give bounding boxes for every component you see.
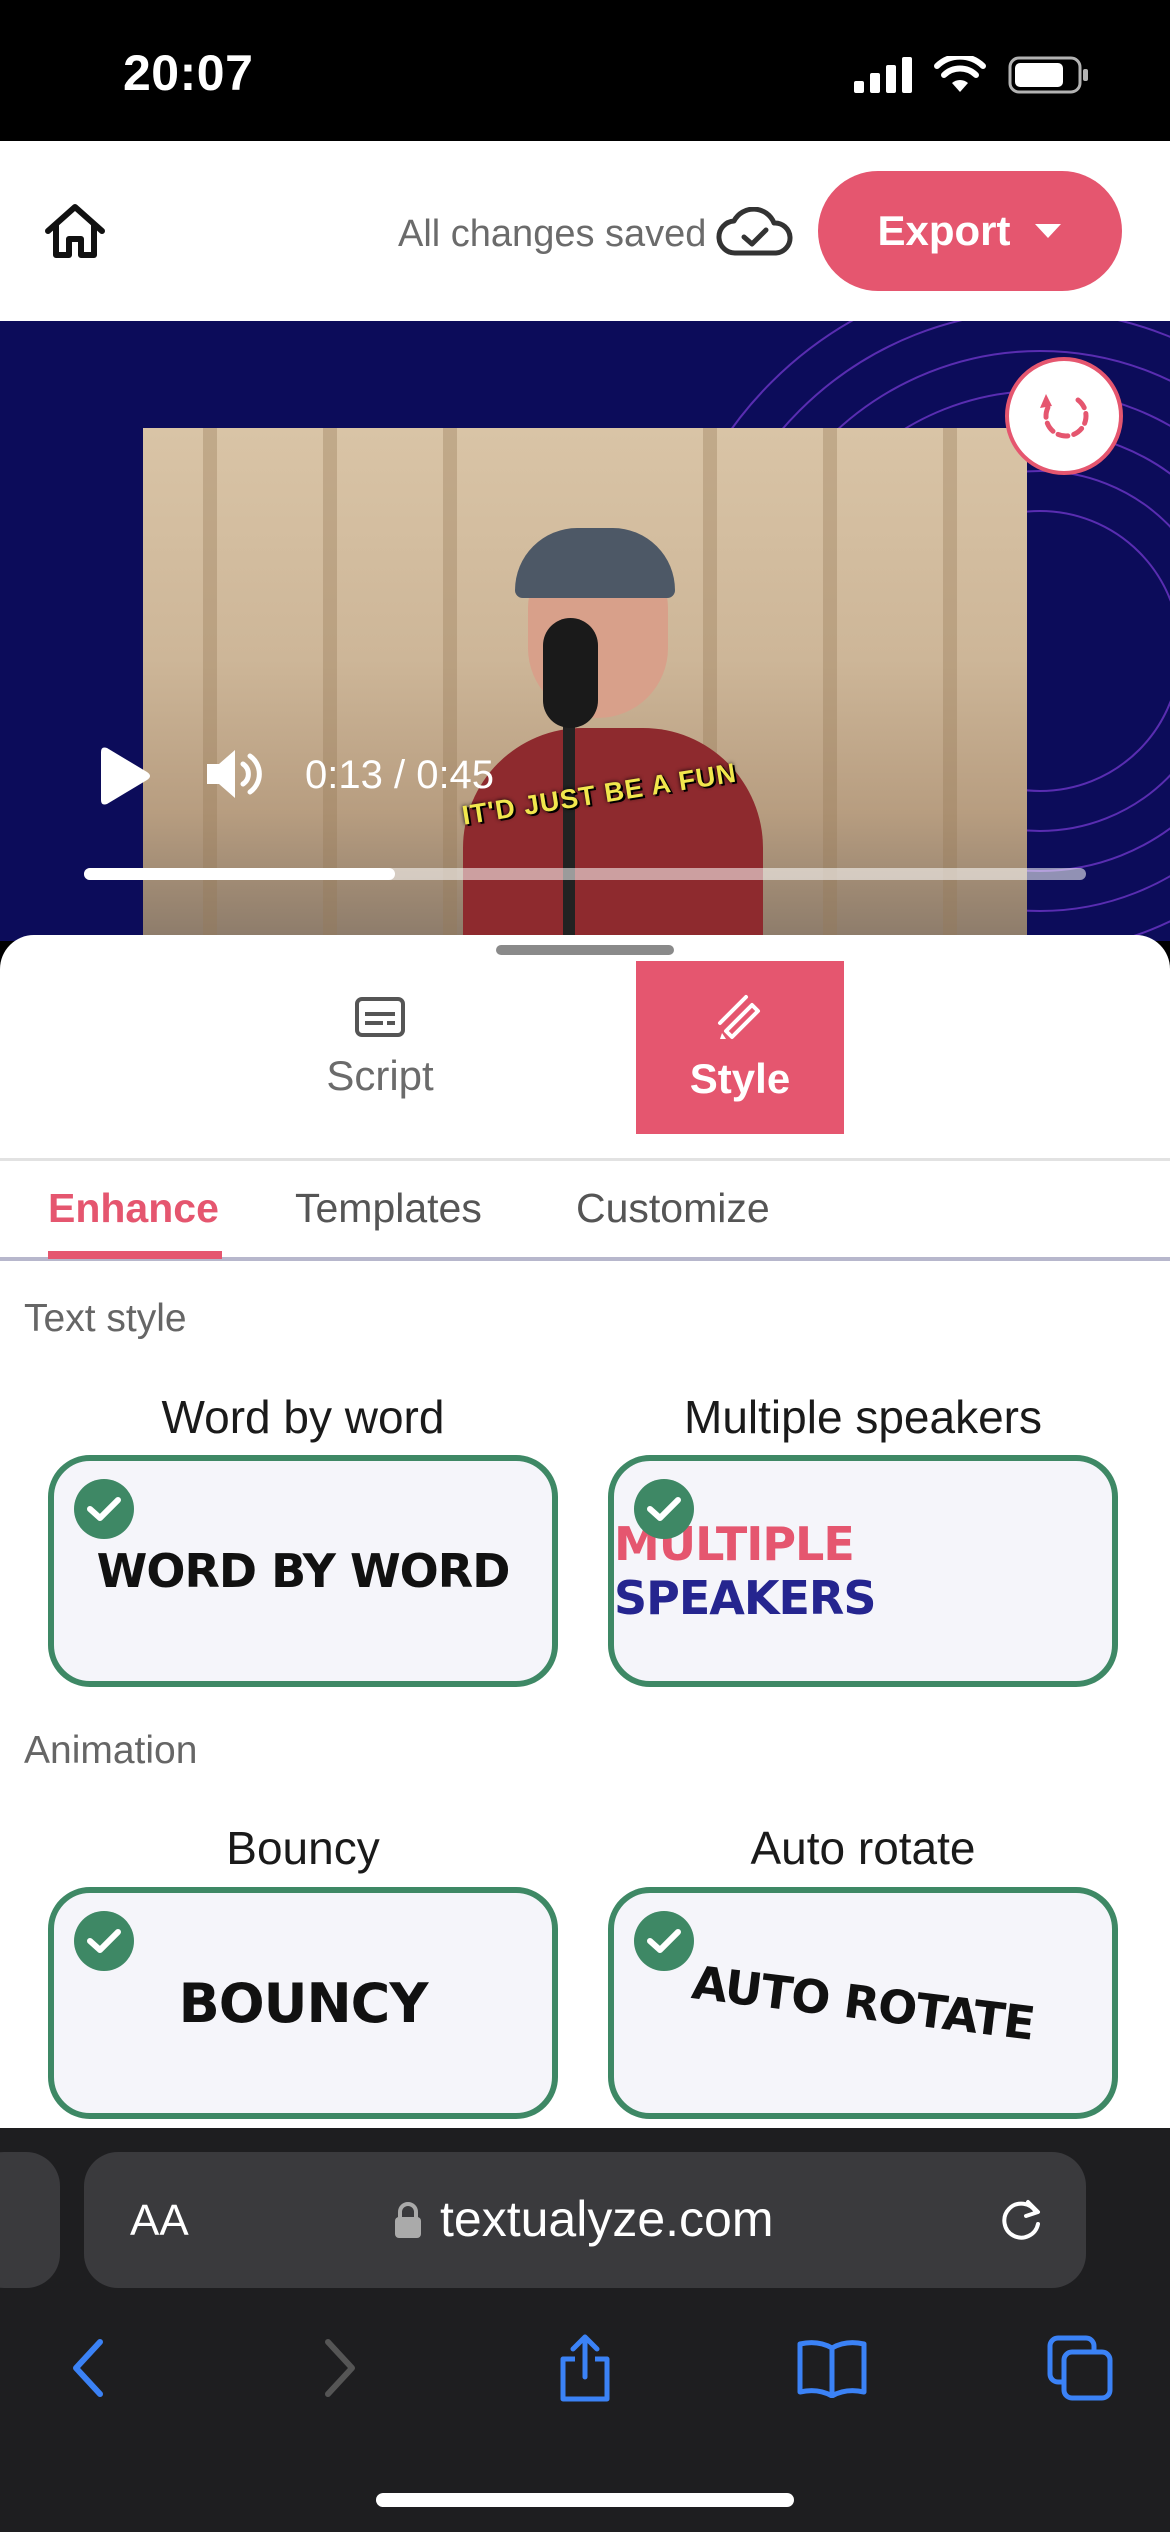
chevron-right-icon [325, 2339, 355, 2397]
option-title-word-by-word: Word by word [161, 1391, 445, 1443]
tabs-icon [1047, 2335, 1113, 2401]
reader-settings-button[interactable]: AA [130, 2196, 189, 2246]
save-status-text: All changes saved [398, 213, 707, 255]
book-icon [797, 2340, 867, 2398]
video-frame [143, 428, 1027, 941]
cloud-check-icon [716, 207, 793, 256]
previous-tab-peek[interactable] [0, 2152, 60, 2288]
checkmark-icon [74, 1911, 134, 1971]
option-card-word-by-word[interactable]: WORD BY WORD [48, 1455, 558, 1687]
wall-plank [943, 428, 957, 941]
play-icon[interactable] [95, 746, 153, 806]
tab-script-label: Script [326, 1051, 434, 1099]
option-card-multiple-speakers[interactable]: MULTIPLE SPEAKERS [608, 1455, 1118, 1687]
speaker-cap [515, 528, 675, 598]
checkmark-icon [74, 1479, 134, 1539]
wifi-icon [934, 56, 986, 92]
divider [0, 1158, 1170, 1161]
subtab-templates[interactable]: Templates [295, 1185, 482, 1232]
playback-time: 0:13 / 0:45 [305, 753, 495, 797]
wall-plank [323, 428, 337, 941]
url-text: textualyze.com [440, 2191, 774, 2247]
drag-handle[interactable] [496, 945, 674, 955]
progress-fill [84, 868, 395, 880]
option-card-bouncy[interactable]: BOUNCY [48, 1887, 558, 2119]
forward-button[interactable] [300, 2328, 380, 2408]
share-button[interactable] [545, 2328, 625, 2408]
subtab-customize[interactable]: Customize [576, 1185, 770, 1232]
active-subtab-indicator [48, 1251, 222, 1259]
progress-bar[interactable] [84, 868, 1086, 880]
status-icons [854, 56, 1090, 94]
chevron-down-icon [1034, 224, 1061, 238]
option-title-bouncy: Bouncy [226, 1822, 380, 1874]
video-preview[interactable]: 0:13 / 0:45 IT'D JUST BE A FUN [0, 321, 1170, 941]
wall-plank [203, 428, 217, 941]
section-label-text-style: Text style [24, 1297, 187, 1340]
export-button[interactable]: Export [818, 171, 1122, 291]
status-bar: 20:07 [0, 0, 1170, 141]
checkmark-icon [634, 1911, 694, 1971]
subtab-enhance[interactable]: Enhance [48, 1185, 219, 1232]
back-button[interactable] [48, 2328, 128, 2408]
preview-bouncy: BOUNCY [178, 1971, 429, 2035]
browser-toolbar: AA textualyze.com [0, 2128, 1170, 2532]
preview-speaker-two: SPEAKERS [614, 1571, 876, 1625]
style-panel: Script Style Enhance Templates Customize… [0, 935, 1170, 2128]
export-label: Export [877, 207, 1011, 254]
section-label-animation: Animation [24, 1729, 198, 1772]
volume-icon[interactable] [203, 744, 263, 804]
brush-icon [718, 994, 760, 1039]
preview-multiple-speakers: MULTIPLE SPEAKERS [614, 1517, 1112, 1625]
chevron-left-icon [73, 2339, 103, 2397]
reload-icon[interactable] [994, 2192, 1050, 2248]
option-title-auto-rotate: Auto rotate [750, 1822, 976, 1874]
app-header: All changes saved Export [0, 141, 1170, 321]
microphone [543, 618, 598, 728]
mic-stand [563, 718, 575, 941]
checkmark-icon [634, 1479, 694, 1539]
preview-word-by-word: WORD BY WORD [96, 1544, 511, 1598]
reset-preview-button[interactable] [1005, 357, 1123, 475]
tabs-button[interactable] [1040, 2328, 1120, 2408]
rotate-icon [1040, 394, 1089, 439]
home-indicator [376, 2493, 794, 2507]
preview-auto-rotate: AUTO ROTATE [688, 1955, 1038, 2051]
subtitles-icon [355, 996, 405, 1037]
battery-icon [1008, 56, 1088, 94]
wall-plank [443, 428, 457, 941]
wall-plank [823, 428, 837, 941]
home-icon[interactable] [42, 201, 108, 261]
option-title-multiple-speakers: Multiple speakers [684, 1391, 1042, 1443]
tab-style[interactable]: Style [636, 961, 844, 1134]
lock-icon [395, 2202, 421, 2238]
status-time: 20:07 [123, 45, 254, 101]
option-card-auto-rotate[interactable]: AUTO ROTATE [608, 1887, 1118, 2119]
share-icon [560, 2334, 610, 2402]
bookmarks-button[interactable] [792, 2328, 872, 2408]
cellular-signal-icon [854, 57, 912, 93]
address-bar[interactable]: AA textualyze.com [84, 2152, 1086, 2288]
tab-script[interactable]: Script [266, 961, 494, 1134]
tab-style-label: Style [689, 1054, 791, 1102]
